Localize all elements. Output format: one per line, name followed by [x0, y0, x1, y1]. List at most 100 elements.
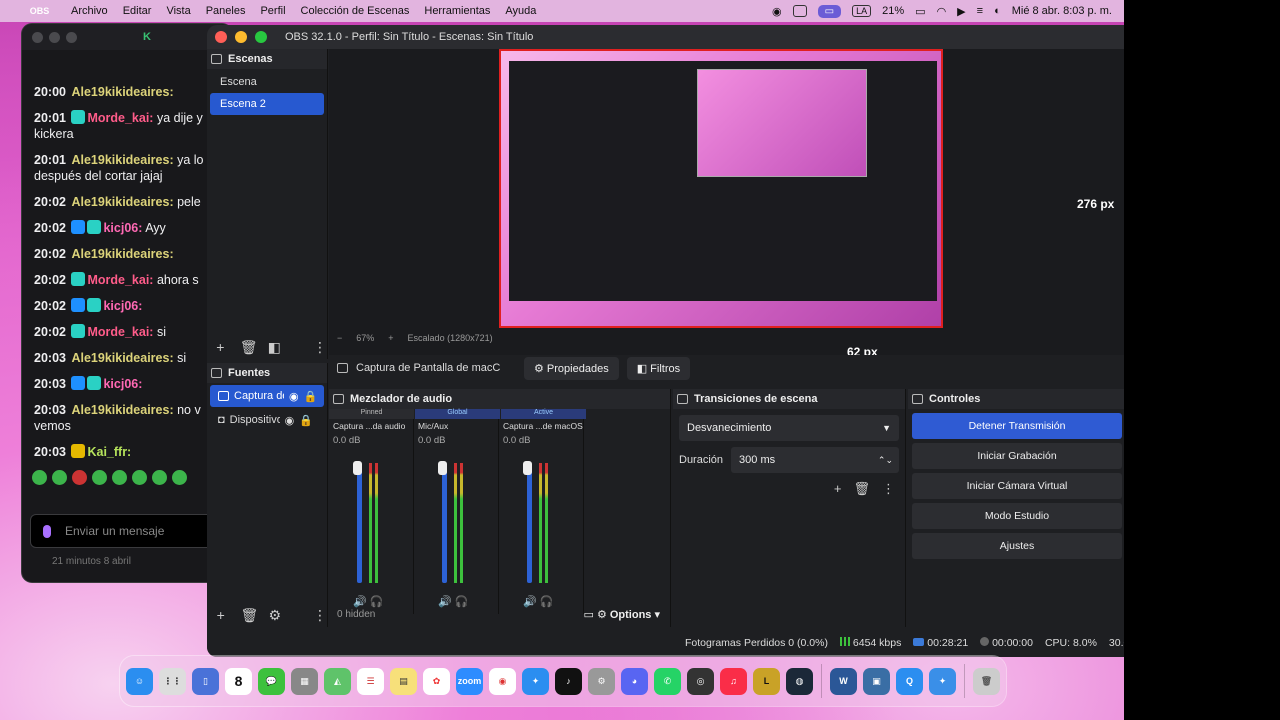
- minimize-button[interactable]: [235, 31, 247, 43]
- menu-editar[interactable]: Editar: [123, 5, 152, 17]
- word-icon[interactable]: W: [830, 667, 857, 695]
- emote-icon[interactable]: [132, 470, 147, 485]
- screen-share-icon[interactable]: [792, 5, 807, 17]
- zoom-button[interactable]: [255, 31, 267, 43]
- add-icon[interactable]: +: [215, 607, 226, 623]
- menu-herramientas[interactable]: Herramientas: [424, 5, 490, 17]
- gear-icon[interactable]: ⚙: [268, 607, 281, 624]
- safari-icon[interactable]: ✦: [522, 667, 549, 695]
- add-icon[interactable]: +: [834, 481, 842, 497]
- tab-pinned[interactable]: Pinned: [329, 409, 414, 419]
- scene-item[interactable]: Escena: [210, 71, 324, 93]
- battery-icon[interactable]: ▭: [915, 5, 925, 18]
- filters-button[interactable]: ◧ Filtros: [626, 356, 691, 380]
- preview-area[interactable]: 276 px 62 px: [329, 49, 1124, 359]
- tab-global[interactable]: Global: [415, 409, 500, 419]
- trash-icon[interactable]: 🗑: [240, 339, 258, 356]
- eye-icon[interactable]: ◉: [285, 414, 295, 427]
- filter-icon[interactable]: ◧: [268, 339, 281, 356]
- emote-icon[interactable]: [72, 470, 87, 485]
- menu-ayuda[interactable]: Ayuda: [505, 5, 536, 17]
- zoom-in-icon[interactable]: +: [388, 333, 393, 343]
- menu-archivo[interactable]: Archivo: [71, 5, 108, 17]
- zoom-app-icon[interactable]: zoom: [456, 667, 483, 695]
- control-center-icon[interactable]: ≡: [977, 5, 983, 17]
- calculator-icon[interactable]: ▦: [291, 667, 318, 695]
- fader-knob[interactable]: [523, 461, 532, 475]
- add-icon[interactable]: +: [215, 339, 226, 355]
- source-item[interactable]: ◘ Dispositivo ◉ 🔒: [210, 409, 324, 431]
- finder-icon[interactable]: ☺: [126, 667, 153, 695]
- duration-input[interactable]: 300 ms ⌃⌄: [731, 447, 899, 473]
- system-settings-icon[interactable]: ⚙: [588, 667, 615, 695]
- menu-paneles[interactable]: Paneles: [206, 5, 246, 17]
- stop-stream-button[interactable]: Detener Transmisión: [912, 413, 1122, 439]
- emote-icon[interactable]: [112, 470, 127, 485]
- fader-knob[interactable]: [353, 461, 362, 475]
- hidden-count[interactable]: 0 hidden: [337, 609, 375, 620]
- safari-alt-icon[interactable]: ✦: [929, 667, 956, 695]
- menu-coleccion-escenas[interactable]: Colección de Escenas: [301, 5, 410, 17]
- emote-icon[interactable]: [172, 470, 187, 485]
- tiktok-icon[interactable]: ♪: [555, 667, 582, 695]
- trash-icon[interactable]: 🗑: [853, 481, 870, 497]
- obs-app-icon[interactable]: ◎: [687, 667, 714, 695]
- clock[interactable]: Mié 8 abr. 8:03 p. m.: [1012, 5, 1112, 17]
- siri-icon[interactable]: ◐: [994, 5, 1001, 17]
- studio-mode-button[interactable]: Modo Estudio: [912, 503, 1122, 529]
- close-button[interactable]: [215, 31, 227, 43]
- messages-icon[interactable]: 💬: [258, 667, 285, 695]
- close-button[interactable]: [32, 31, 43, 43]
- volume-fader[interactable]: [357, 463, 362, 583]
- source-item-selected[interactable]: Captura de ◉ 🔒: [210, 385, 324, 407]
- tab-active[interactable]: Active: [501, 409, 586, 419]
- more-icon[interactable]: ⋮: [313, 607, 327, 624]
- scale-mode[interactable]: Escalado (1280x721): [408, 333, 493, 343]
- steam-icon[interactable]: ◍: [786, 667, 813, 695]
- photos-icon[interactable]: ✿: [423, 667, 450, 695]
- input-language[interactable]: LA: [852, 5, 872, 17]
- volume-fader[interactable]: [442, 463, 447, 583]
- zoom-out-icon[interactable]: −: [337, 333, 342, 343]
- wifi-icon[interactable]: ◠: [937, 5, 947, 18]
- trash-icon[interactable]: 🗑: [973, 667, 1000, 695]
- preview-canvas[interactable]: [499, 49, 943, 328]
- properties-button[interactable]: ⚙ Propiedades: [524, 356, 619, 380]
- lol-icon[interactable]: L: [753, 667, 780, 695]
- finder-folder-icon[interactable]: ▣: [863, 667, 890, 695]
- notes-icon[interactable]: ▤: [390, 667, 417, 695]
- scene-item-selected[interactable]: Escena 2: [210, 93, 324, 115]
- minimize-button[interactable]: [49, 31, 60, 43]
- emote-icon[interactable]: [92, 470, 107, 485]
- maps-icon[interactable]: ◭: [324, 667, 351, 695]
- emote-icon[interactable]: [32, 470, 47, 485]
- trash-icon[interactable]: 🗑: [240, 607, 258, 624]
- volume-fader[interactable]: [527, 463, 532, 583]
- virtual-camera-button[interactable]: Iniciar Cámara Virtual: [912, 473, 1122, 499]
- discord-icon[interactable]: ◕: [621, 667, 648, 695]
- screen-mirror-icon[interactable]: ▭: [817, 4, 842, 18]
- launchpad-icon[interactable]: ⋮⋮: [159, 667, 186, 695]
- menu-vista[interactable]: Vista: [166, 5, 190, 17]
- preview-app-icon[interactable]: ▯: [192, 667, 219, 695]
- music-icon[interactable]: ♫: [720, 667, 747, 695]
- fader-knob[interactable]: [438, 461, 447, 475]
- menu-app-name[interactable]: OBS: [26, 0, 53, 25]
- zoom-button[interactable]: [66, 31, 77, 43]
- battery-percent[interactable]: 21%: [882, 5, 904, 17]
- eye-icon[interactable]: ◉: [289, 390, 299, 403]
- obs-tray-icon[interactable]: ◉: [772, 5, 782, 18]
- menu-perfil[interactable]: Perfil: [260, 5, 285, 17]
- more-icon[interactable]: ⋮: [882, 481, 895, 497]
- reminders-icon[interactable]: ☰: [357, 667, 384, 695]
- emote-icon[interactable]: [52, 470, 67, 485]
- whatsapp-icon[interactable]: ✆: [654, 667, 681, 695]
- more-icon[interactable]: ⋮: [313, 339, 327, 356]
- start-recording-button[interactable]: Iniciar Grabación: [912, 443, 1122, 469]
- chrome-icon[interactable]: ◉: [489, 667, 516, 695]
- emote-icon[interactable]: [152, 470, 167, 485]
- lock-icon[interactable]: 🔒: [304, 390, 318, 403]
- calendar-icon[interactable]: 8: [225, 667, 252, 695]
- vpn-icon[interactable]: Q: [896, 667, 923, 695]
- transition-select[interactable]: Desvanecimiento ▼: [679, 415, 899, 441]
